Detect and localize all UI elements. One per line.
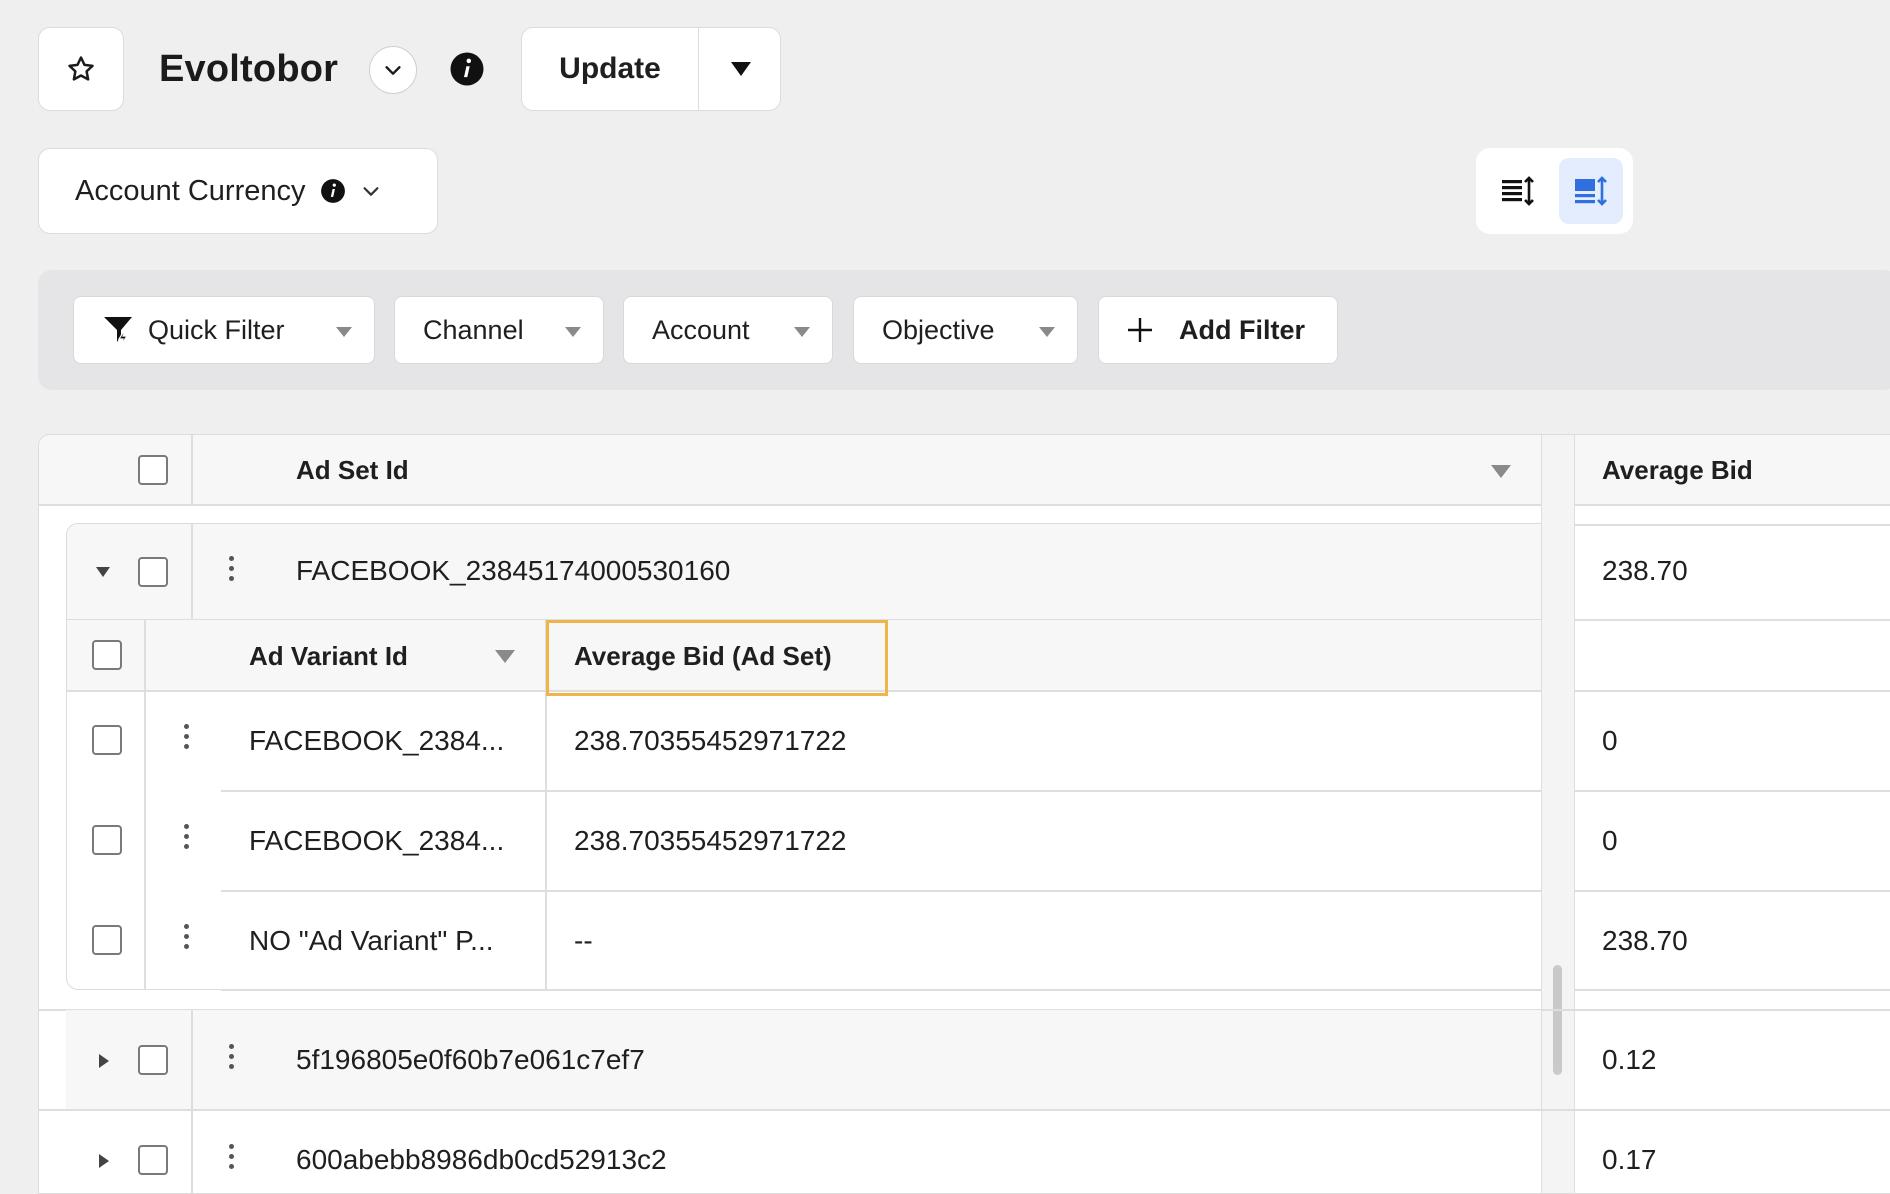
ad-variant-id-cell: FACEBOOK_2384... <box>249 825 505 856</box>
average-bid-cell: 0 <box>1602 725 1618 756</box>
channel-filter-label: Channel <box>423 314 524 345</box>
average-bid-ad-set-cell: -- <box>574 925 593 956</box>
update-options-button[interactable] <box>699 28 782 110</box>
compact-view-button[interactable] <box>1486 158 1550 224</box>
average-bid-cell: 0.12 <box>1602 1044 1657 1075</box>
filter-bar: Quick Filter Channel Account Objective A… <box>38 270 1890 390</box>
dashboard-title: Evoltobor <box>159 48 339 90</box>
average-bid-ad-set-cell: 238.70355452971722 <box>574 825 847 856</box>
channel-filter[interactable]: Channel <box>394 296 604 364</box>
account-filter[interactable]: Account <box>623 296 833 364</box>
average-bid-cell: 0 <box>1602 825 1618 856</box>
table-row[interactable] <box>66 1110 1541 1193</box>
account-filter-label: Account <box>652 314 750 345</box>
caret-down-icon <box>565 327 581 337</box>
table-row-expanded[interactable] <box>67 524 1541 620</box>
sub-row-checkbox[interactable] <box>92 825 122 855</box>
caret-down-icon <box>336 327 352 337</box>
row-checkbox[interactable] <box>138 1045 168 1075</box>
frozen-column-divider <box>1541 435 1575 1193</box>
caret-down-icon <box>730 61 752 77</box>
row-menu-icon[interactable] <box>184 924 190 954</box>
expanded-view-button[interactable] <box>1559 158 1623 224</box>
collapse-row-icon[interactable] <box>96 567 110 577</box>
update-button[interactable]: Update <box>522 28 699 110</box>
column-header-average-bid-ad-set[interactable]: Average Bid (Ad Set) <box>574 641 832 672</box>
row-checkbox[interactable] <box>138 1145 168 1175</box>
expand-row-icon[interactable] <box>99 1154 109 1168</box>
row-density-toggle <box>1476 148 1633 234</box>
row-menu-icon[interactable] <box>184 724 190 754</box>
star-icon <box>66 54 96 84</box>
currency-label: Account Currency <box>75 174 306 207</box>
ad-set-id-cell: 600abebb8986db0cd52913c2 <box>296 1144 667 1175</box>
plus-icon <box>1127 317 1153 343</box>
objective-filter-label: Objective <box>882 314 995 345</box>
ad-sets-table: Ad Set Id Average Bid FACEBOOK_238451740… <box>38 434 1890 1194</box>
ad-set-id-cell: 5f196805e0f60b7e061c7ef7 <box>296 1044 645 1075</box>
favorite-button[interactable] <box>38 27 124 111</box>
expand-row-icon[interactable] <box>99 1054 109 1068</box>
row-menu-icon[interactable] <box>229 1144 235 1174</box>
expanded-rows-icon <box>1574 176 1608 206</box>
add-filter-button[interactable]: Add Filter <box>1098 296 1338 364</box>
column-header-average-bid[interactable]: Average Bid <box>1602 455 1753 486</box>
ad-set-id-cell: FACEBOOK_23845174000530160 <box>296 555 731 586</box>
sort-caret-icon[interactable] <box>495 650 515 663</box>
average-bid-cell: 238.70 <box>1602 555 1688 586</box>
row-menu-icon[interactable] <box>184 824 190 854</box>
sub-row-checkbox[interactable] <box>92 725 122 755</box>
row-menu-icon[interactable] <box>229 556 235 586</box>
chevron-down-icon <box>382 59 404 81</box>
column-header-ad-variant-id[interactable]: Ad Variant Id <box>249 641 408 672</box>
vertical-scrollbar[interactable] <box>1553 965 1562 1075</box>
ad-variant-id-cell: FACEBOOK_2384... <box>249 725 505 756</box>
table-row[interactable] <box>66 1010 1541 1109</box>
caret-down-icon <box>1039 327 1055 337</box>
info-icon <box>320 178 346 204</box>
ad-variant-id-cell: NO "Ad Variant" P... <box>249 925 494 956</box>
row-checkbox[interactable] <box>138 557 168 587</box>
info-icon[interactable] <box>449 51 485 87</box>
quick-filter-button[interactable]: Quick Filter <box>73 296 375 364</box>
title-dropdown-button[interactable] <box>369 46 417 94</box>
average-bid-cell: 238.70 <box>1602 925 1688 956</box>
chevron-down-icon <box>360 180 382 202</box>
average-bid-ad-set-cell: 238.70355452971722 <box>574 725 847 756</box>
average-bid-cell: 0.17 <box>1602 1144 1657 1175</box>
nested-select-all-checkbox[interactable] <box>92 640 122 670</box>
objective-filter[interactable]: Objective <box>853 296 1078 364</box>
sub-row-checkbox[interactable] <box>92 925 122 955</box>
row-menu-icon[interactable] <box>229 1044 235 1074</box>
sort-caret-icon[interactable] <box>1491 465 1511 478</box>
account-currency-dropdown[interactable]: Account Currency <box>38 148 438 234</box>
update-button-group: Update <box>521 27 781 111</box>
add-filter-label: Add Filter <box>1179 314 1305 345</box>
select-all-checkbox[interactable] <box>138 455 168 485</box>
caret-down-icon <box>794 327 810 337</box>
column-header-ad-set-id[interactable]: Ad Set Id <box>296 455 409 486</box>
filter-lightning-icon <box>102 314 134 346</box>
compact-rows-icon <box>1501 176 1535 206</box>
quick-filter-label: Quick Filter <box>148 314 285 345</box>
